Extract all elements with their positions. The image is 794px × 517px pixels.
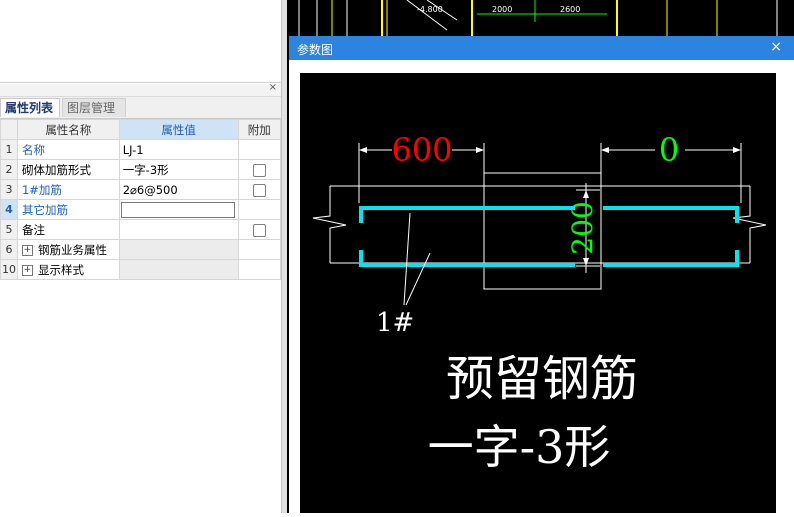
extra-cell	[237, 139, 282, 160]
dialog-title-bar[interactable]: 参数图 ×	[289, 36, 794, 60]
cad-label-dim-a: 2000	[492, 5, 512, 14]
property-value[interactable]: 一字-3形	[118, 159, 239, 180]
table-row[interactable]: 2 砌体加筋形式 一字-3形	[0, 159, 282, 180]
dialog-close-icon[interactable]: ×	[770, 39, 782, 55]
arrow-head	[601, 147, 609, 153]
rebar-label: 1#	[376, 308, 414, 338]
property-value	[118, 239, 239, 260]
leader-line	[405, 252, 431, 306]
table-row[interactable]: 5 备注	[0, 219, 282, 240]
cad-label-dim-b: 2600	[560, 5, 580, 14]
row-number: 1	[0, 139, 18, 160]
panel-close-icon[interactable]: ×	[269, 82, 277, 93]
extra-cell	[237, 179, 282, 200]
row-number: 2	[0, 159, 18, 180]
dialog-title: 参数图	[297, 43, 334, 57]
panel-title-bar: ×	[0, 82, 281, 97]
property-value[interactable]	[118, 219, 239, 240]
cad-label-elevation: -4.800	[417, 5, 443, 14]
extra-checkbox[interactable]	[252, 183, 266, 197]
property-panel: × 属性列表 图层管理 属性名称 属性值 附加 1 名称 LJ-1 2 砌体加筋…	[0, 82, 282, 513]
property-value	[118, 259, 239, 280]
break-symbol-left	[312, 186, 347, 263]
group-label: 钢筋业务属性	[37, 242, 107, 257]
leader-line	[403, 212, 411, 306]
extra-cell	[237, 219, 282, 240]
table-row[interactable]: 4 其它加筋	[0, 199, 282, 220]
expand-plus-icon[interactable]: +	[21, 244, 33, 256]
table-row[interactable]: 3 1#加筋 2⌀6@500	[0, 179, 282, 200]
property-value[interactable]: 2⌀6@500	[118, 179, 239, 200]
rebar-diagram: 600 0 200 1# 预留钢筋 一字-3形	[312, 131, 767, 474]
arrow-head	[583, 190, 589, 198]
property-name: 其它加筋	[16, 199, 120, 220]
grid-header-row: 属性名称 属性值 附加	[0, 119, 282, 140]
property-name: 名称	[16, 139, 120, 160]
property-grid: 属性名称 属性值 附加 1 名称 LJ-1 2 砌体加筋形式 一字-3形 3 1…	[0, 119, 282, 280]
caption-line-2: 一字-3形	[428, 420, 611, 474]
arrow-head	[476, 147, 484, 153]
row-number: 3	[0, 179, 18, 200]
tab-property-list[interactable]: 属性列表	[0, 98, 60, 117]
parameter-drawing-canvas: 600 0 200 1# 预留钢筋 一字-3形	[300, 73, 776, 513]
property-group: + 显示样式	[16, 259, 120, 280]
property-value-input[interactable]	[120, 201, 235, 218]
extra-cell	[237, 259, 282, 280]
table-row[interactable]: 6 + 钢筋业务属性	[0, 239, 282, 260]
caption-line-1: 预留钢筋	[446, 351, 638, 407]
property-name: 1#加筋	[16, 179, 120, 200]
header-property-value: 属性值	[118, 119, 239, 140]
extra-checkbox[interactable]	[252, 223, 266, 237]
property-name: 备注	[16, 219, 120, 240]
parameter-diagram-dialog: 参数图 × 600 0 200 1# 预留钢筋 一字-3形	[289, 36, 794, 513]
arrow-head	[359, 147, 367, 153]
property-value-cell	[118, 199, 239, 220]
header-property-name: 属性名称	[16, 119, 120, 140]
table-row[interactable]: 1 名称 LJ-1	[0, 139, 282, 160]
extra-cell	[237, 199, 282, 220]
left-top-blank-area	[0, 0, 281, 83]
property-name: 砌体加筋形式	[16, 159, 120, 180]
extra-cell	[237, 239, 282, 260]
dim-right-label: 0	[659, 131, 679, 169]
property-value[interactable]: LJ-1	[118, 139, 239, 160]
row-number: 6	[0, 239, 18, 260]
extra-cell	[237, 159, 282, 180]
extra-checkbox[interactable]	[252, 163, 266, 177]
tab-layer-management[interactable]: 图层管理	[62, 98, 126, 117]
row-number: 10	[0, 259, 18, 280]
arrow-head	[583, 258, 589, 266]
panel-tabs: 属性列表 图层管理	[0, 97, 281, 119]
row-number: 4	[0, 199, 18, 220]
header-extra: 附加	[237, 119, 282, 140]
header-rownum	[0, 119, 18, 140]
property-group: + 钢筋业务属性	[16, 239, 120, 260]
expand-plus-icon[interactable]: +	[21, 264, 33, 276]
arrow-head	[733, 147, 741, 153]
dim-left-label: 600	[391, 131, 452, 169]
group-label: 显示样式	[37, 262, 84, 277]
cad-background-drawing: -4.800 2000 2600	[298, 0, 778, 36]
table-row[interactable]: 10 + 显示样式	[0, 259, 282, 280]
row-number: 5	[0, 219, 18, 240]
